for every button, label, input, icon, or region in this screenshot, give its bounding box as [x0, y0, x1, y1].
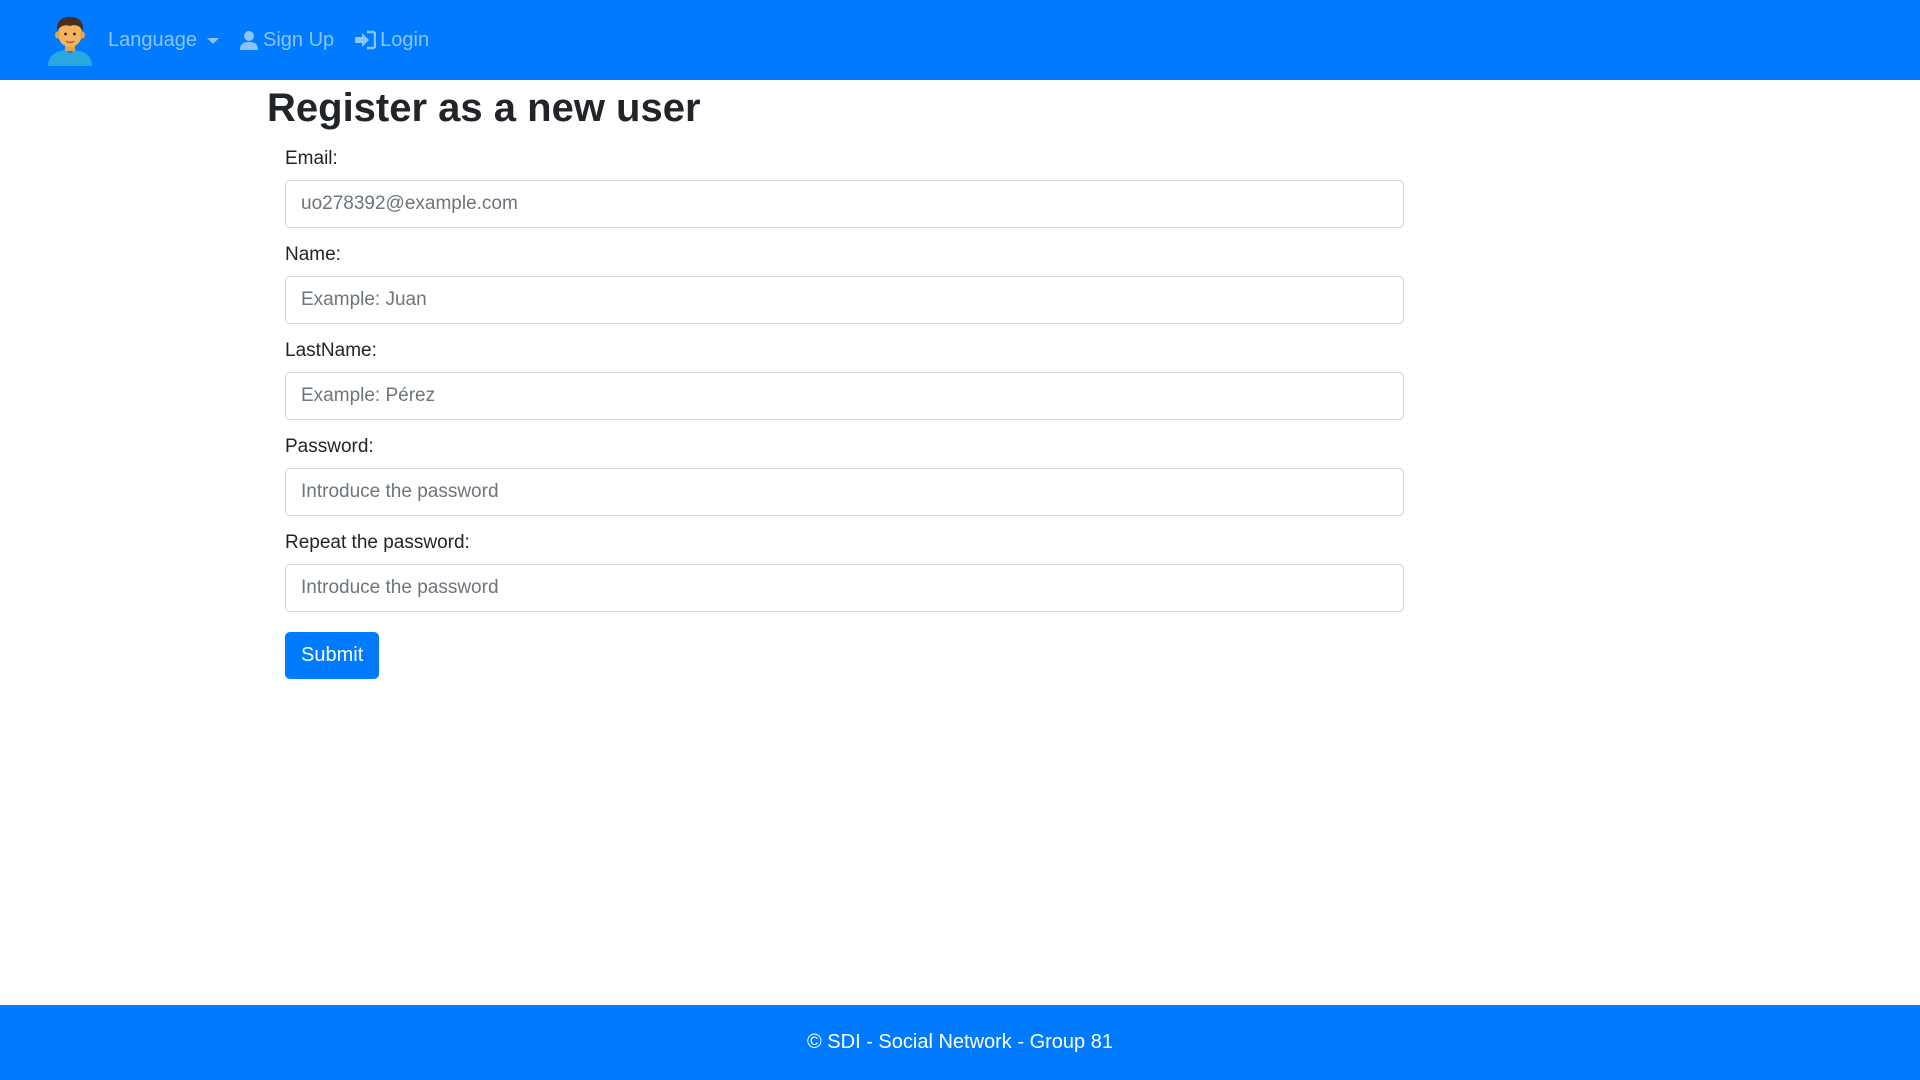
- repeat-password-label: Repeat the password:: [285, 532, 470, 553]
- sign-in-icon: [354, 30, 377, 50]
- email-label: Email:: [285, 148, 338, 169]
- email-field[interactable]: [285, 180, 1404, 228]
- main-content: Register as a new user Email: Name: Last…: [267, 80, 1407, 679]
- name-label: Name:: [285, 244, 341, 265]
- name-group: Name:: [285, 242, 1404, 324]
- lastname-field[interactable]: [285, 372, 1404, 420]
- brand-logo-icon[interactable]: [46, 14, 94, 66]
- repeat-password-field[interactable]: [285, 564, 1404, 612]
- caret-down-icon: [206, 38, 219, 44]
- password-field[interactable]: [285, 468, 1404, 516]
- signup-label: Sign Up: [262, 28, 335, 51]
- repeat-password-group: Repeat the password:: [285, 530, 1404, 612]
- submit-button[interactable]: Submit: [285, 632, 380, 679]
- language-dropdown[interactable]: Language: [108, 29, 219, 52]
- register-form: Email: Name: LastName: Password: Repeat …: [285, 146, 1404, 679]
- email-group: Email:: [285, 146, 1404, 228]
- language-label: Language: [108, 28, 197, 51]
- signup-link[interactable]: Sign Up: [239, 29, 334, 52]
- lastname-label: LastName:: [285, 340, 377, 361]
- password-group: Password:: [285, 434, 1404, 516]
- login-link[interactable]: Login: [354, 29, 429, 52]
- password-label: Password:: [285, 436, 374, 457]
- user-icon: [239, 30, 259, 50]
- footer: © SDI - Social Network - Group 81: [0, 1005, 1920, 1080]
- page-title: Register as a new user: [267, 86, 701, 130]
- login-label: Login: [380, 28, 430, 51]
- lastname-group: LastName:: [285, 338, 1404, 420]
- footer-text: © SDI - Social Network - Group 81: [807, 1031, 1113, 1053]
- top-navbar: Language Sign Up Login: [0, 0, 1920, 80]
- name-field[interactable]: [285, 276, 1404, 324]
